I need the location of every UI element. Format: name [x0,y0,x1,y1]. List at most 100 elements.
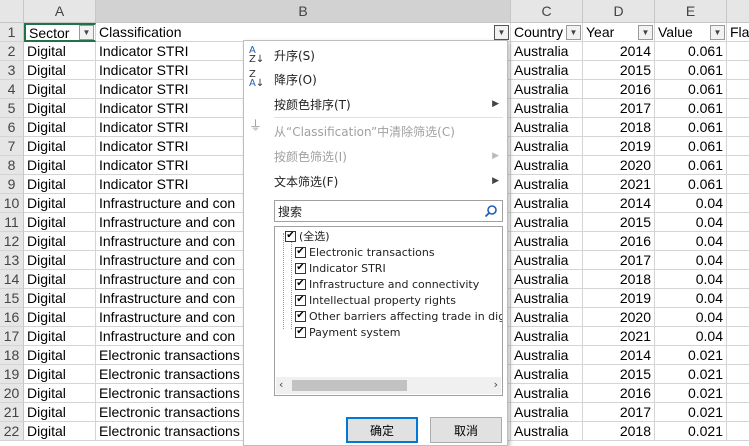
cell-country[interactable]: Australia [511,403,583,422]
filter-item[interactable]: ✔ Intellectual property rights [295,292,456,308]
cell-value[interactable]: 0.061 [655,137,727,156]
filter-search-input[interactable]: 搜索 [274,200,503,222]
cell-value[interactable]: 0.021 [655,403,727,422]
cell-value[interactable]: 0.021 [655,422,727,441]
cell-country[interactable]: Australia [511,327,583,346]
horizontal-scrollbar[interactable]: ‹ › [276,377,501,394]
cell-flag[interactable] [727,422,749,441]
cell-year[interactable]: 2015 [583,61,655,80]
cell-flag[interactable] [727,327,749,346]
row-header[interactable]: 21 [0,403,24,422]
row-header[interactable]: 8 [0,156,24,175]
cell-country[interactable]: Australia [511,156,583,175]
cell-year[interactable]: 2017 [583,403,655,422]
cell-year[interactable]: 2017 [583,99,655,118]
cell-year[interactable]: 2020 [583,156,655,175]
cell-flag[interactable] [727,232,749,251]
cell-year[interactable]: 2020 [583,308,655,327]
cell-country[interactable]: Australia [511,80,583,99]
cell-sector[interactable]: Digital [24,99,96,118]
cell-value[interactable]: 0.061 [655,42,727,61]
cell-sector[interactable]: Digital [24,308,96,327]
row-header[interactable]: 22 [0,422,24,441]
cell-sector[interactable]: Digital [24,403,96,422]
row-header[interactable]: 9 [0,175,24,194]
scrollbar-thumb[interactable] [292,380,407,391]
cell-flag[interactable] [727,384,749,403]
cell-sector[interactable]: Digital [24,156,96,175]
cell-sector[interactable]: Digital [24,137,96,156]
row-header[interactable]: 11 [0,213,24,232]
cell-sector[interactable]: Digital [24,175,96,194]
cell-value[interactable]: 0.061 [655,61,727,80]
header-cell-flag[interactable]: Flag [727,23,749,42]
cell-flag[interactable] [727,289,749,308]
checkbox-checked-icon[interactable]: ✔ [295,262,306,274]
cancel-button[interactable]: 取消 [430,417,502,443]
scroll-right-icon[interactable]: › [494,378,498,391]
row-header[interactable]: 13 [0,251,24,270]
checkbox-checked-icon[interactable]: ✔ [295,294,306,306]
cell-country[interactable]: Australia [511,422,583,441]
cell-sector[interactable]: Digital [24,346,96,365]
checkbox-checked-icon[interactable]: ✔ [295,246,306,258]
cell-sector[interactable]: Digital [24,384,96,403]
cell-year[interactable]: 2015 [583,365,655,384]
cell-sector[interactable]: Digital [24,61,96,80]
row-header[interactable]: 12 [0,232,24,251]
column-header-c[interactable]: C [511,0,583,23]
cell-sector[interactable]: Digital [24,251,96,270]
cell-value[interactable]: 0.061 [655,99,727,118]
cell-country[interactable]: Australia [511,213,583,232]
cell-value[interactable]: 0.04 [655,251,727,270]
cell-value[interactable]: 0.04 [655,213,727,232]
cell-year[interactable]: 2016 [583,384,655,403]
cell-value[interactable]: 0.04 [655,289,727,308]
cell-year[interactable]: 2017 [583,251,655,270]
menu-text-filter[interactable]: 文本筛选(F) ▶ [244,169,507,193]
cell-value[interactable]: 0.021 [655,384,727,403]
filter-dropdown-classification[interactable]: ▼ [494,25,509,40]
cell-flag[interactable] [727,213,749,232]
cell-sector[interactable]: Digital [24,118,96,137]
cell-flag[interactable] [727,99,749,118]
cell-flag[interactable] [727,403,749,422]
cell-value[interactable]: 0.04 [655,232,727,251]
cell-flag[interactable] [727,346,749,365]
row-header[interactable]: 5 [0,99,24,118]
cell-year[interactable]: 2019 [583,289,655,308]
cell-sector[interactable]: Digital [24,194,96,213]
cell-value[interactable]: 0.04 [655,270,727,289]
row-header[interactable]: 1 [0,23,24,42]
filter-item[interactable]: ✔ Other barriers affecting trade in digit [295,308,502,324]
cell-country[interactable]: Australia [511,384,583,403]
row-header[interactable]: 15 [0,289,24,308]
cell-year[interactable]: 2018 [583,118,655,137]
cell-country[interactable]: Australia [511,42,583,61]
cell-value[interactable]: 0.04 [655,308,727,327]
cell-flag[interactable] [727,156,749,175]
cell-flag[interactable] [727,137,749,156]
row-header[interactable]: 14 [0,270,24,289]
cell-flag[interactable] [727,251,749,270]
cell-year[interactable]: 2015 [583,213,655,232]
filter-item[interactable]: ✔ Infrastructure and connectivity [295,276,479,292]
checkbox-checked-icon[interactable]: ✔ [295,310,306,322]
row-header[interactable]: 19 [0,365,24,384]
cell-year[interactable]: 2018 [583,270,655,289]
cell-flag[interactable] [727,42,749,61]
cell-sector[interactable]: Digital [24,422,96,441]
filter-dropdown-year[interactable]: ▼ [638,25,653,40]
filter-dropdown-sector[interactable]: ▼ [79,25,94,40]
menu-filter-by-color[interactable]: 按颜色筛选(I) ▶ [244,144,507,168]
cell-value[interactable]: 0.061 [655,80,727,99]
cell-sector[interactable]: Digital [24,365,96,384]
cell-country[interactable]: Australia [511,118,583,137]
cell-sector[interactable]: Digital [24,327,96,346]
cell-year[interactable]: 2014 [583,194,655,213]
cell-year[interactable]: 2014 [583,42,655,61]
cell-sector[interactable]: Digital [24,270,96,289]
cell-value[interactable]: 0.061 [655,156,727,175]
row-header[interactable]: 4 [0,80,24,99]
cell-sector[interactable]: Digital [24,213,96,232]
